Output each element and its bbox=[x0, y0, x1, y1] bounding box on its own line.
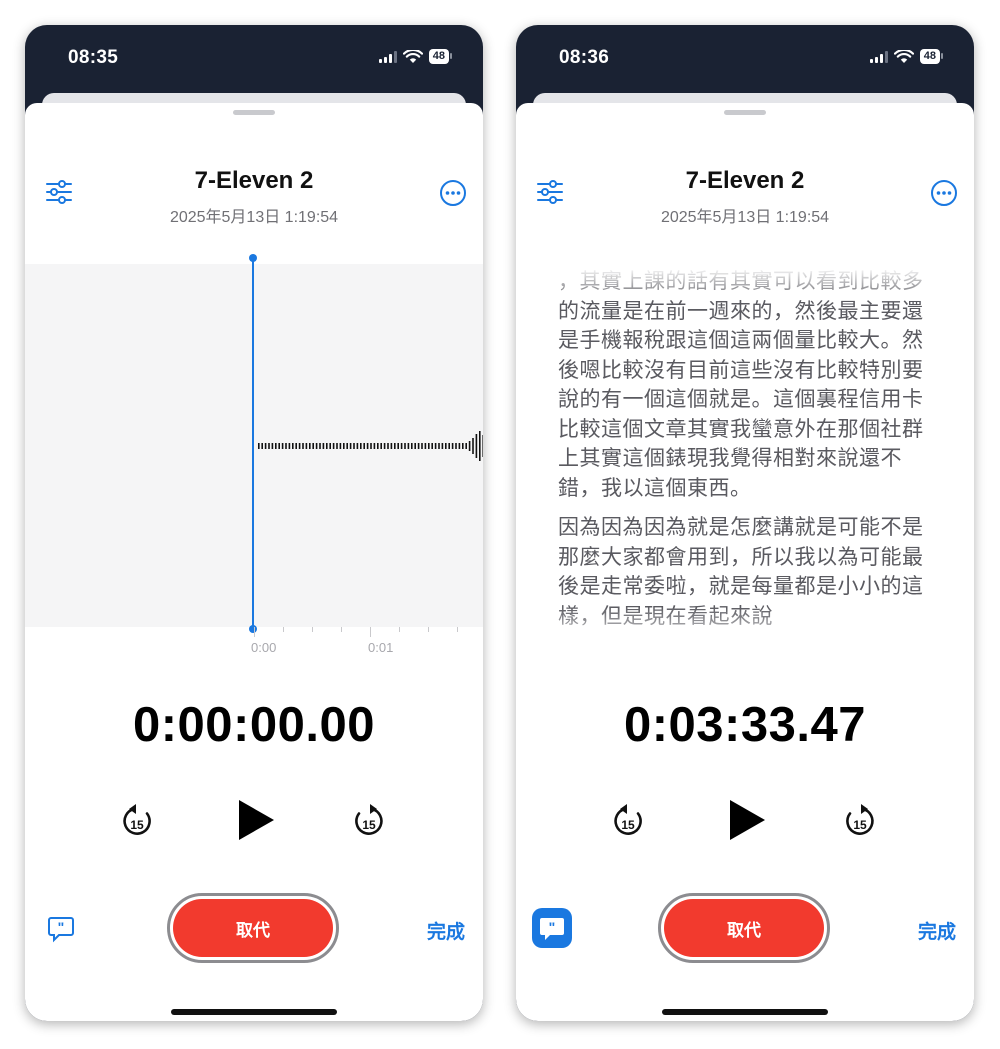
skip-back-label: 15 bbox=[621, 818, 635, 832]
battery-icon: 48 bbox=[428, 49, 453, 64]
cellular-signal-icon bbox=[378, 50, 397, 63]
wifi-icon bbox=[893, 49, 914, 63]
phone-right: 08:36 48 7-Eleven 2 2025年5月13日 1:19:54 ，… bbox=[516, 25, 974, 1021]
transcript-toggle-button[interactable]: " bbox=[532, 908, 572, 948]
replace-button-label: 取代 bbox=[664, 899, 824, 957]
playhead-top-handle[interactable] bbox=[249, 254, 257, 262]
sheet-grabber[interactable] bbox=[233, 110, 275, 115]
svg-text:": " bbox=[549, 919, 556, 935]
skip-forward-label: 15 bbox=[362, 818, 376, 832]
replace-button-label: 取代 bbox=[173, 899, 333, 957]
skip-forward-15-icon[interactable]: 15 bbox=[843, 802, 877, 838]
status-bar: 08:36 48 bbox=[516, 25, 974, 93]
status-bar: 08:35 48 bbox=[25, 25, 483, 93]
timeline-tick bbox=[457, 627, 458, 632]
playhead[interactable] bbox=[252, 257, 254, 629]
done-button[interactable]: 完成 bbox=[427, 917, 465, 944]
replace-button[interactable]: 取代 bbox=[167, 893, 339, 963]
recording-sheet: 7-Eleven 2 2025年5月13日 1:19:54 0:00 0:01 … bbox=[25, 103, 483, 1021]
svg-text:": " bbox=[58, 919, 65, 935]
transcript-scroll-area[interactable]: ，其實上課的話有其實可以看到比較多的流量是在前一週來的，然後最主要還是手機報稅跟… bbox=[558, 267, 938, 649]
battery-icon: 48 bbox=[919, 49, 944, 64]
waveform-bars bbox=[258, 431, 483, 461]
skip-back-15-icon[interactable]: 15 bbox=[120, 802, 154, 838]
wifi-icon bbox=[402, 49, 423, 63]
done-button[interactable]: 完成 bbox=[918, 917, 956, 944]
transcript-toggle-button[interactable]: " bbox=[41, 908, 81, 948]
timeline-tick bbox=[399, 627, 400, 632]
elapsed-time: 0:03:33.47 bbox=[623, 698, 866, 752]
home-indicator[interactable] bbox=[662, 1009, 828, 1015]
skip-forward-15-icon[interactable]: 15 bbox=[352, 802, 386, 838]
skip-back-15-icon[interactable]: 15 bbox=[611, 802, 645, 838]
transcript-paragraph: 因為因為因為就是怎麼講就是可能不是那麼大家都會用到，所以我以為可能最後是走常委啦… bbox=[558, 516, 924, 628]
status-icons: 48 bbox=[869, 49, 944, 64]
skip-back-label: 15 bbox=[130, 818, 144, 832]
recording-title: 7-Eleven 2 bbox=[194, 167, 314, 194]
recording-date: 2025年5月13日 1:19:54 bbox=[169, 209, 339, 226]
transcript-quote-icon: " bbox=[48, 917, 74, 943]
more-options-icon[interactable] bbox=[439, 179, 467, 207]
timeline-tick bbox=[283, 627, 284, 632]
status-time: 08:35 bbox=[68, 47, 119, 68]
transcript-paragraph: ，其實上課的話有其實可以看到比較多的流量是在前一週來的，然後最主要還是手機報稅跟… bbox=[558, 270, 924, 500]
more-options-icon[interactable] bbox=[930, 179, 958, 207]
recording-title: 7-Eleven 2 bbox=[685, 167, 805, 194]
play-button[interactable] bbox=[236, 798, 276, 842]
home-indicator[interactable] bbox=[171, 1009, 337, 1015]
time-tick-label: 0:01 bbox=[368, 640, 394, 655]
recording-sheet: 7-Eleven 2 2025年5月13日 1:19:54 ，其實上課的話有其實… bbox=[516, 103, 974, 1021]
sheet-grabber[interactable] bbox=[724, 110, 766, 115]
skip-forward-label: 15 bbox=[853, 818, 867, 832]
timeline-tick bbox=[254, 627, 255, 637]
time-tick-label: 0:00 bbox=[251, 640, 277, 655]
recording-date: 2025年5月13日 1:19:54 bbox=[660, 209, 830, 226]
status-icons: 48 bbox=[378, 49, 453, 64]
play-button[interactable] bbox=[727, 798, 767, 842]
replace-button[interactable]: 取代 bbox=[658, 893, 830, 963]
phone-left: 08:35 48 7-Eleven 2 2025年5月13日 1:19:54 0… bbox=[25, 25, 483, 1021]
timeline-tick bbox=[370, 627, 371, 637]
timeline-tick bbox=[341, 627, 342, 632]
timeline-tick bbox=[428, 627, 429, 632]
elapsed-time: 0:00:00.00 bbox=[132, 698, 375, 752]
playhead-bottom-handle[interactable] bbox=[249, 625, 257, 633]
cellular-signal-icon bbox=[869, 50, 888, 63]
timeline-tick bbox=[312, 627, 313, 632]
transcript-quote-icon: " bbox=[540, 918, 564, 940]
status-time: 08:36 bbox=[559, 47, 610, 68]
